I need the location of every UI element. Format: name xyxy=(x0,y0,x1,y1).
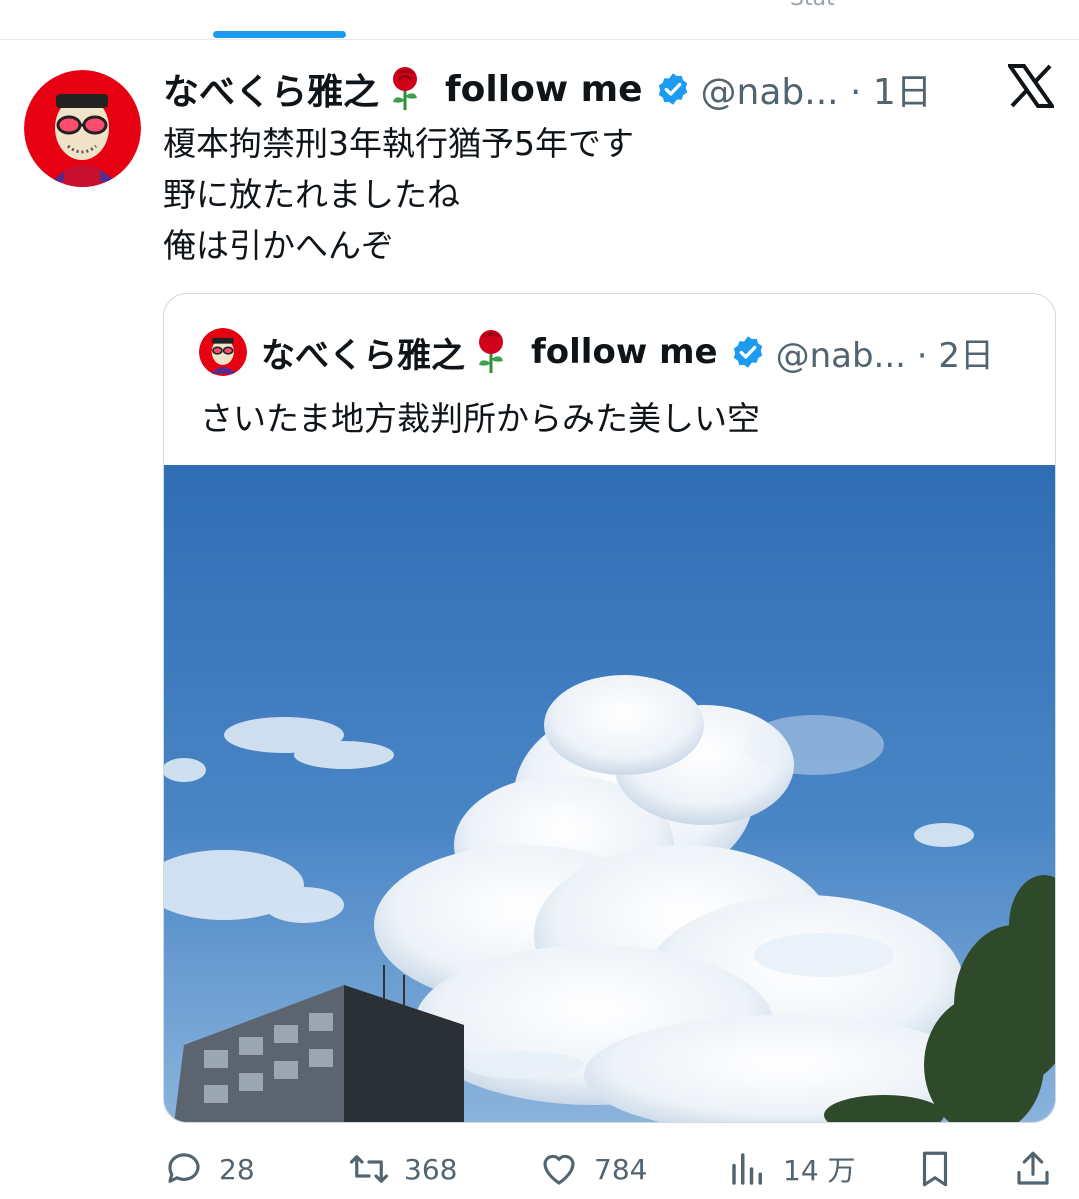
tweet-line: 俺は引かへんぞ xyxy=(163,226,394,265)
retweet-count: 368 xyxy=(404,1152,458,1186)
retweet-icon xyxy=(349,1155,389,1183)
x-logo-icon[interactable] xyxy=(1006,64,1056,108)
retweet-button[interactable]: 368 xyxy=(348,1148,457,1190)
views-button[interactable]: 14 万 xyxy=(727,1148,856,1190)
views-icon xyxy=(732,1153,762,1185)
reply-button[interactable]: 28 xyxy=(163,1148,255,1190)
bookmark-button[interactable] xyxy=(914,1148,970,1190)
active-tab-indicator xyxy=(213,31,346,38)
quoted-tweet-card[interactable]: なべくら雅之 follow me @nab... · 2日 さいたま地方裁判所か… xyxy=(163,293,1056,1123)
top-tab-bar: Stat xyxy=(0,0,1079,40)
author-avatar[interactable] xyxy=(24,70,141,187)
like-button[interactable]: 784 xyxy=(538,1148,647,1190)
tweet-header: なべくら雅之 follow me @nab... · 1日 xyxy=(163,62,932,116)
rose-emoji-icon xyxy=(385,66,425,112)
reply-icon xyxy=(168,1153,200,1183)
reply-count: 28 xyxy=(219,1152,255,1186)
quoted-tweet-header: なべくら雅之 follow me @nab... · 2日 xyxy=(199,322,994,382)
quoted-follow-label[interactable]: follow me xyxy=(531,332,718,372)
tweet-body: 榎本拘禁刑3年執行猶予5年です 野に放たれましたね 俺は引かへんぞ xyxy=(163,118,634,271)
quoted-author-avatar[interactable] xyxy=(199,328,247,376)
author-handle-time[interactable]: @nab... · 1日 xyxy=(701,63,932,115)
heart-icon xyxy=(543,1154,575,1185)
share-button[interactable] xyxy=(1012,1148,1068,1190)
verified-badge-icon xyxy=(655,71,691,107)
quoted-tweet-photo[interactable] xyxy=(164,465,1055,1122)
tab-label-partial[interactable]: Stat xyxy=(790,0,835,11)
quoted-author-name[interactable]: なべくら雅之 xyxy=(261,328,465,377)
quoted-handle-time[interactable]: @nab... · 2日 xyxy=(776,328,994,377)
tweet-line: 野に放たれましたね xyxy=(163,175,460,214)
views-count: 14 万 xyxy=(783,1154,856,1187)
share-icon xyxy=(1017,1151,1049,1185)
tweet-line: 榎本拘禁刑3年執行猶予5年です xyxy=(163,124,634,163)
author-name[interactable]: なべくら雅之 xyxy=(163,63,379,115)
verified-badge-icon xyxy=(730,334,766,370)
like-count: 784 xyxy=(594,1152,648,1186)
bookmark-icon xyxy=(922,1151,948,1187)
tweet-action-bar: 28 368 784 14 万 xyxy=(0,1140,1079,1199)
rose-emoji-icon xyxy=(471,329,511,375)
quoted-tweet-text: さいたま地方裁判所からみた美しい空 xyxy=(200,399,761,438)
author-follow-label[interactable]: follow me xyxy=(445,69,643,110)
